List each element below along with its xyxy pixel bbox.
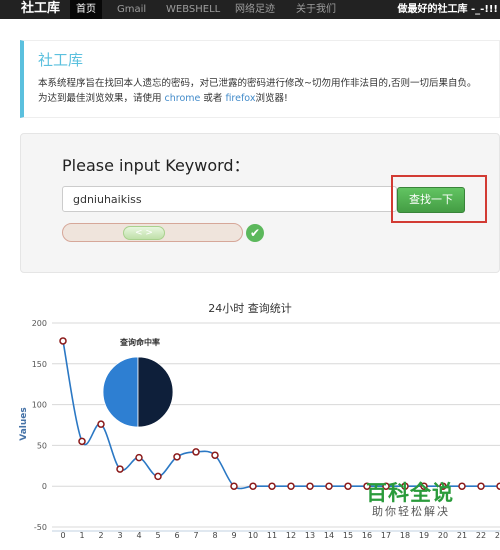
navbar-slogan: 做最好的社工库 -_-!!! bbox=[397, 4, 498, 15]
data-point bbox=[154, 472, 162, 481]
y-tick-label: 100 bbox=[32, 401, 47, 410]
keyword-input[interactable] bbox=[62, 186, 397, 212]
series-line bbox=[62, 340, 500, 490]
chrome-link[interactable]: chrome bbox=[165, 93, 201, 104]
firefox-link[interactable]: firefox bbox=[225, 93, 255, 104]
data-point bbox=[59, 337, 67, 345]
x-tick-label: 4 bbox=[136, 531, 141, 540]
nav-item-footprint[interactable]: 网络足迹 bbox=[229, 0, 281, 19]
data-point bbox=[306, 482, 314, 490]
notice-line-1: 本系统程序旨在找回本人遗忘的密码，对已泄露的密码进行修改~切勿用作非法目的,否则… bbox=[38, 78, 477, 89]
data-point bbox=[268, 482, 276, 490]
x-tick-label: 19 bbox=[419, 531, 429, 540]
data-point bbox=[192, 448, 200, 456]
x-tick-label: 23 bbox=[495, 531, 500, 540]
x-tick-label: 1 bbox=[79, 531, 84, 540]
data-point bbox=[325, 482, 333, 490]
x-tick-label: 16 bbox=[362, 531, 372, 540]
nav-item-gmail[interactable]: Gmail bbox=[111, 0, 152, 19]
data-point bbox=[287, 482, 295, 490]
keyword-label: Please input Keyword： bbox=[62, 156, 250, 175]
x-tick-label: 5 bbox=[155, 531, 160, 540]
notice-line-2-mid: 或者 bbox=[200, 93, 226, 104]
y-tick-label: 50 bbox=[37, 441, 47, 450]
chart-title: 24小时 查询统计 bbox=[208, 302, 292, 315]
x-tick-label: 8 bbox=[212, 531, 217, 540]
x-tick-label: 6 bbox=[174, 531, 179, 540]
data-point bbox=[116, 465, 124, 473]
x-tick-label: 15 bbox=[343, 531, 353, 540]
x-tick-label: 7 bbox=[193, 531, 198, 540]
search-panel: Please input Keyword： 查找一下 < > ✔ bbox=[20, 133, 500, 273]
data-point bbox=[135, 453, 143, 462]
y-tick-label: -50 bbox=[34, 523, 47, 532]
x-tick-label: 21 bbox=[457, 531, 467, 540]
x-tick-label: 22 bbox=[476, 531, 486, 540]
x-tick-label: 3 bbox=[117, 531, 122, 540]
data-point bbox=[173, 453, 181, 461]
search-button[interactable]: 查找一下 bbox=[397, 187, 465, 213]
y-tick-label: 0 bbox=[42, 482, 47, 491]
nav-item-about[interactable]: 关于我们 bbox=[290, 0, 342, 19]
top-navbar: 社工库 首页 Gmail WEBSHELL 网络足迹 关于我们 做最好的社工库 … bbox=[0, 0, 500, 19]
x-tick-label: 2 bbox=[98, 531, 103, 540]
x-tick-label: 13 bbox=[305, 531, 315, 540]
y-tick-label: 150 bbox=[32, 360, 47, 369]
notice-title: 社工库 bbox=[38, 51, 84, 69]
nav-item-home[interactable]: 首页 bbox=[70, 0, 102, 19]
nav-item-webshell[interactable]: WEBSHELL bbox=[160, 0, 226, 19]
captcha-slider-handle[interactable]: < > bbox=[123, 226, 165, 240]
notice-line-2-suffix: 浏览器! bbox=[255, 93, 288, 104]
x-tick-label: 10 bbox=[248, 531, 258, 540]
data-point bbox=[344, 482, 352, 490]
data-point bbox=[230, 482, 238, 490]
notice-callout: 社工库 本系统程序旨在找回本人遗忘的密码，对已泄露的密码进行修改~切勿用作非法目… bbox=[20, 40, 500, 118]
data-point bbox=[458, 482, 466, 490]
pie-slice bbox=[102, 356, 139, 428]
x-tick-label: 18 bbox=[400, 531, 410, 540]
check-icon: ✔ bbox=[246, 224, 264, 242]
x-tick-label: 20 bbox=[438, 531, 448, 540]
data-point bbox=[249, 482, 257, 490]
y-axis-label: Values bbox=[19, 407, 29, 441]
data-point bbox=[97, 420, 105, 428]
x-tick-label: 14 bbox=[324, 531, 334, 540]
data-point bbox=[78, 437, 86, 446]
x-tick-label: 17 bbox=[381, 531, 391, 540]
pie-slice bbox=[137, 356, 174, 428]
watermark-subtitle: 助你轻松解决 bbox=[372, 505, 450, 518]
data-point bbox=[477, 482, 485, 490]
notice-line-2: 为达到最佳浏览效果，请使用 chrome 或者 firefox浏览器! bbox=[38, 93, 288, 105]
notice-line-2-prefix: 为达到最佳浏览效果，请使用 bbox=[38, 93, 165, 104]
brand-logo[interactable]: 社工库 bbox=[21, 1, 60, 17]
x-tick-label: 0 bbox=[60, 531, 65, 540]
pie-title: 查询命中率 bbox=[120, 337, 160, 347]
x-tick-label: 12 bbox=[286, 531, 296, 540]
captcha-slider-track[interactable]: < > bbox=[62, 223, 243, 242]
data-point bbox=[211, 451, 219, 459]
x-tick-label: 11 bbox=[267, 531, 277, 540]
x-tick-label: 9 bbox=[231, 531, 236, 540]
y-tick-label: 200 bbox=[32, 319, 47, 328]
